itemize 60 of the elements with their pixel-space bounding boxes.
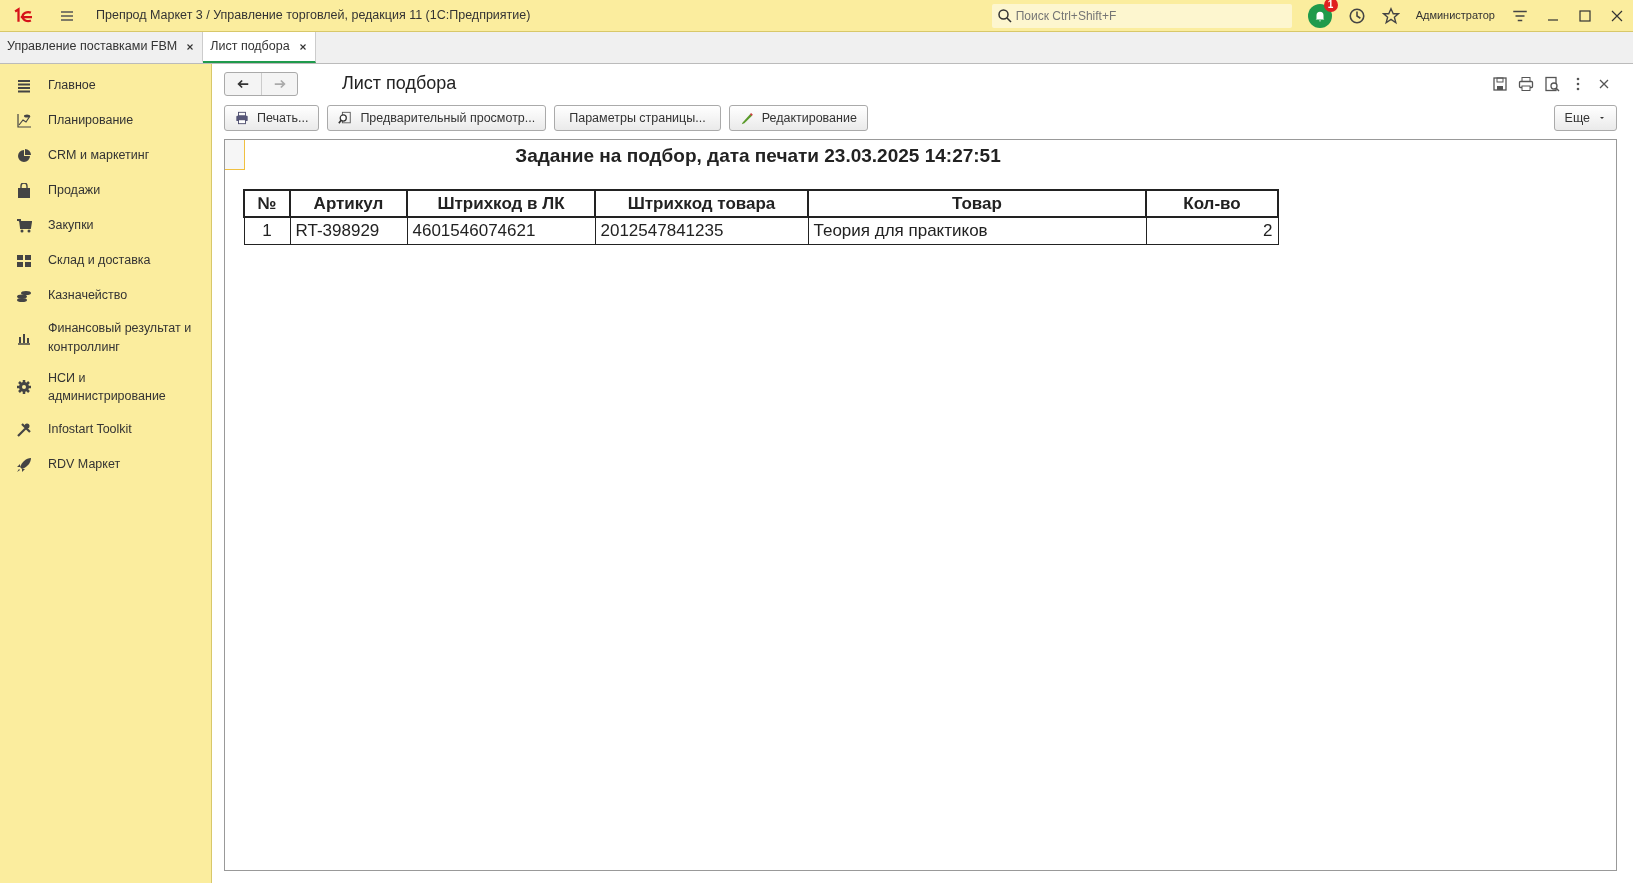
table-cell: 2012547841235 (595, 217, 808, 244)
search-icon (996, 7, 1013, 24)
sidebar-item[interactable]: RDV Маркет (0, 447, 211, 482)
pencil-icon (739, 111, 754, 125)
table-cell: 4601546074621 (407, 217, 595, 244)
sheet-corner-marker (225, 140, 245, 170)
tools-icon (16, 421, 32, 438)
sidebar-item[interactable]: Склад и доставка (0, 243, 211, 278)
tab-label: Управление поставками FBM (7, 38, 178, 56)
column-header: Товар (808, 189, 1146, 217)
printer-icon[interactable] (1518, 76, 1534, 93)
preview-icon[interactable] (1544, 76, 1560, 93)
table-cell: RT-398929 (290, 217, 407, 244)
close-icon[interactable] (297, 41, 308, 52)
save-icon[interactable] (1492, 76, 1508, 93)
column-header: Штрихкод в ЛК (407, 189, 595, 217)
sidebar-item[interactable]: Продажи (0, 173, 211, 208)
close-icon[interactable] (185, 41, 196, 52)
column-header: Артикул (290, 189, 407, 217)
table-cell: 2 (1146, 217, 1278, 244)
toolbar-button[interactable]: Предварительный просмотр... (327, 105, 547, 131)
cart-icon (16, 217, 32, 234)
toolbar-button[interactable]: Параметры страницы... (554, 105, 721, 131)
search-field[interactable]: Поиск Ctrl+Shift+F (991, 3, 1292, 28)
toolbar-button[interactable]: Печать... (224, 105, 320, 131)
column-header: № (244, 189, 290, 217)
form-title: Лист подбора (342, 72, 458, 95)
bag-icon (16, 182, 32, 199)
chart-icon (16, 112, 32, 129)
sidebar-item[interactable]: НСИ и администрирование (0, 362, 211, 412)
notification-count: 1 (1323, 0, 1338, 12)
table-cell: 1 (244, 217, 290, 244)
rocket-icon (16, 456, 32, 473)
printer-icon (235, 111, 249, 125)
tab[interactable]: Лист подбора (203, 32, 316, 63)
caret-icon (1598, 114, 1606, 122)
sidebar-item[interactable]: CRM и маркетинг (0, 138, 211, 173)
tab-label: Лист подбора (210, 38, 290, 56)
user-name[interactable]: Администратор (1415, 7, 1495, 24)
sidebar-item[interactable]: Планирование (0, 103, 211, 138)
table-cell: Теория для практиков (808, 217, 1146, 244)
pie-chart-icon (16, 147, 32, 164)
window-title: Препрод Маркет 3 / Управление торговлей, редакция 11 (1С:Предприятие) (96, 7, 532, 25)
column-header: Штрихкод товара (595, 189, 808, 217)
sidebar-item[interactable]: Главное (0, 68, 211, 103)
sidebar-item[interactable]: Закупки (0, 208, 211, 243)
star-icon[interactable] (1381, 6, 1400, 25)
toolbar-button[interactable]: Редактирование (728, 105, 868, 131)
sidebar-item[interactable]: Infostart Toolkit (0, 412, 211, 447)
more-button[interactable]: Еще (1553, 105, 1617, 131)
sidebar-item[interactable]: Финансовый результат и контроллинг (0, 313, 211, 363)
maximize-icon[interactable] (1577, 7, 1593, 24)
magnifier-icon (338, 111, 353, 125)
grid-icon (16, 252, 32, 269)
column-header: Кол-во (1146, 189, 1278, 217)
report-heading: Задание на подбор, дата печати 23.03.2025 14:27:51 (514, 144, 1002, 168)
settings-icon (16, 379, 32, 396)
list-icon (16, 77, 32, 94)
sidebar-item[interactable]: Казначейство (0, 278, 211, 313)
history-icon[interactable] (1347, 6, 1366, 25)
